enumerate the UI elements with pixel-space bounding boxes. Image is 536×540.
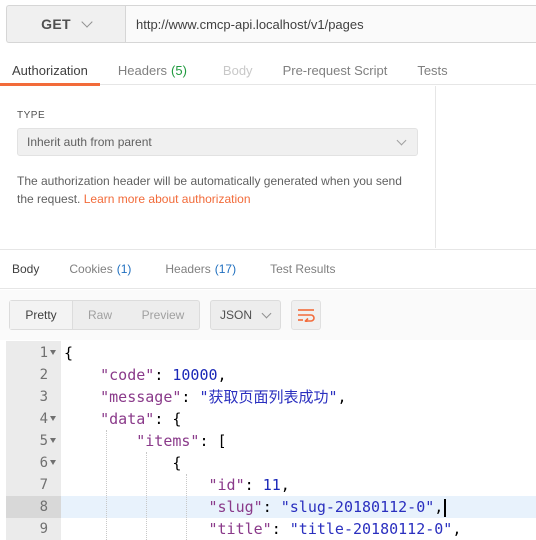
tab-label: Pre-request Script: [282, 62, 388, 78]
fold-arrow-icon[interactable]: [50, 438, 56, 443]
chevron-down-icon: [396, 135, 407, 145]
response-tabs: Body Cookies (1) Headers (17) Test Resul…: [0, 249, 536, 289]
tab-pre-request-script[interactable]: Pre-request Script: [265, 55, 400, 85]
tab-headers[interactable]: Headers (5): [100, 55, 199, 85]
code-line: 7 "id": 11,: [6, 474, 536, 496]
request-url-bar: GET http://www.cmcp-api.localhost/v1/pag…: [6, 5, 536, 43]
response-body-editor[interactable]: 1{2 "code": 10000, 3 "message": "获取页面列表成功…: [6, 341, 536, 540]
code-line: 3 "message": "获取页面列表成功",: [6, 386, 536, 408]
code-text: "id": 11,: [208, 476, 290, 494]
line-number: 8: [6, 496, 61, 518]
tab-label: Cookies: [69, 262, 113, 276]
tab-response-cookies[interactable]: Cookies (1): [51, 250, 143, 288]
learn-more-link[interactable]: Learn more about authorization: [84, 192, 251, 206]
code-text: "items": [: [136, 432, 227, 450]
view-mode-group: Pretty Raw Preview: [9, 300, 200, 330]
tab-tests[interactable]: Tests: [399, 55, 459, 85]
line-number: 9: [39, 521, 48, 537]
tab-response-headers[interactable]: Headers (17): [143, 250, 248, 288]
pretty-button[interactable]: Pretty: [10, 301, 73, 329]
code-text: "title": "title-20180112-0",: [208, 520, 462, 538]
indent-guide: [186, 474, 187, 540]
code-text: "message": "获取页面列表成功",: [100, 388, 347, 406]
language-select[interactable]: JSON: [210, 300, 281, 330]
response-headers-count: (17): [214, 262, 237, 276]
tab-label: Authorization: [12, 62, 88, 78]
chevron-down-icon: [261, 308, 272, 318]
tab-label: Headers: [117, 62, 168, 78]
tab-label: Headers: [165, 262, 211, 276]
tab-authorization[interactable]: Authorization: [0, 55, 100, 86]
method-label: GET: [41, 16, 71, 32]
authorization-panel: TYPE Inherit auth from parent The author…: [0, 86, 436, 248]
tab-label: Body: [12, 262, 40, 276]
tab-label: Tests: [417, 62, 448, 78]
chevron-down-icon: [81, 16, 93, 28]
wrap-lines-icon: [298, 309, 315, 322]
request-tabs: Authorization Headers (5) Body Pre-reque…: [0, 55, 536, 86]
code-line: 2 "code": 10000,: [6, 364, 536, 386]
fold-arrow-icon[interactable]: [50, 460, 56, 465]
code-line: 1{: [6, 342, 536, 364]
auth-description: The authorization header will be automat…: [17, 172, 417, 208]
code-text: "code": 10000,: [100, 366, 227, 384]
fold-arrow-icon[interactable]: [50, 350, 56, 355]
code-line: 9 "title": "title-20180112-0",: [6, 518, 536, 540]
raw-button[interactable]: Raw: [73, 301, 127, 329]
code-text: {: [64, 454, 182, 472]
code-line: 5 "items": [: [6, 430, 536, 452]
line-number: 3: [39, 389, 48, 405]
headers-count: (5): [171, 62, 187, 78]
line-number: 2: [39, 367, 48, 383]
auth-type-value: Inherit auth from parent: [27, 135, 152, 149]
tab-body[interactable]: Body: [199, 55, 265, 85]
indent-guide: [146, 452, 147, 540]
language-value: JSON: [220, 308, 253, 322]
code-line: 4 "data": {: [6, 408, 536, 430]
indent-guide: [106, 430, 107, 540]
code-text: "data": {: [100, 410, 182, 428]
line-number: 7: [39, 477, 48, 493]
preview-button[interactable]: Preview: [127, 301, 199, 329]
tab-label: Body: [222, 62, 253, 78]
wrap-lines-button[interactable]: [291, 300, 321, 330]
code-text: "slug": "slug-20180112-0",: [64, 496, 447, 518]
code-line: 6 {: [6, 452, 536, 474]
auth-type-select[interactable]: Inherit auth from parent: [17, 128, 418, 156]
text-cursor: [444, 498, 447, 517]
auth-type-label: TYPE: [17, 110, 46, 121]
tab-response-body[interactable]: Body: [0, 250, 51, 288]
response-format-bar: Pretty Raw Preview JSON: [0, 290, 536, 340]
tab-test-results[interactable]: Test Results: [248, 250, 347, 288]
tab-label: Test Results: [270, 262, 336, 276]
url-input[interactable]: http://www.cmcp-api.localhost/v1/pages: [125, 5, 536, 43]
fold-arrow-icon[interactable]: [50, 416, 56, 421]
method-select[interactable]: GET: [6, 5, 125, 43]
code-text: {: [64, 344, 74, 362]
code-line: 8 "slug": "slug-20180112-0",: [6, 496, 536, 518]
cookies-count: (1): [116, 262, 132, 276]
